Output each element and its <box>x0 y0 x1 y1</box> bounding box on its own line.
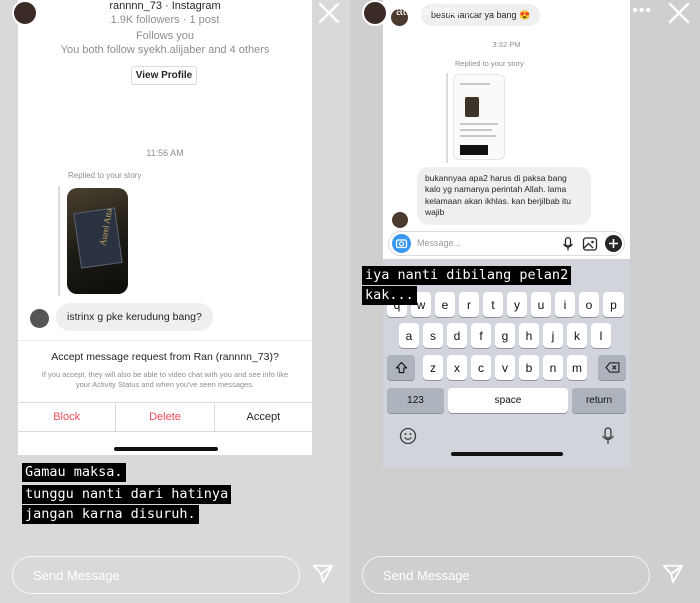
replied-to-story-label: Replied to your story <box>68 171 142 180</box>
key-j[interactable]: j <box>543 323 563 348</box>
profile-follows-you: Follows you <box>135 30 195 42</box>
space-key[interactable]: space <box>448 388 568 413</box>
accept-button[interactable]: Accept <box>215 403 312 431</box>
sender-avatar <box>392 212 408 228</box>
key-u[interactable]: u <box>531 292 551 317</box>
caption-line-3: jangan karna disuruh. <box>22 505 199 524</box>
key-s[interactable]: s <box>423 323 443 348</box>
request-actions: Block Delete Accept <box>18 402 312 432</box>
reply-indicator-bar <box>58 186 60 296</box>
backspace-key[interactable] <box>598 355 626 380</box>
plus-icon[interactable] <box>605 235 622 252</box>
left-dm-screenshot: rannnn_73 · Instagram 1.9K followers · 1… <box>18 0 312 455</box>
caption-line-2: kak... <box>362 286 417 305</box>
send-message-placeholder: Send Message <box>33 568 120 583</box>
key-z[interactable]: z <box>423 355 443 380</box>
story-thumbnail[interactable] <box>453 74 505 160</box>
message-request-panel: Accept message request from Ran (rannnn_… <box>18 340 312 455</box>
key-v[interactable]: v <box>495 355 515 380</box>
key-m[interactable]: m <box>567 355 587 380</box>
key-d[interactable]: d <box>447 323 467 348</box>
gallery-icon[interactable] <box>582 236 598 252</box>
request-description: If you accept, they will also be able to… <box>41 370 289 389</box>
key-f[interactable]: f <box>471 323 491 348</box>
key-l[interactable]: l <box>591 323 611 348</box>
replied-to-story-label: Replied to your story <box>455 59 524 68</box>
message-bubble: bukannyaa apa2 harus di paksa bang kalo … <box>417 167 591 225</box>
key-y[interactable]: y <box>507 292 527 317</box>
key-c[interactable]: c <box>471 355 491 380</box>
microphone-icon[interactable] <box>560 236 576 252</box>
send-message-placeholder: Send Message <box>383 568 470 583</box>
home-indicator <box>114 447 218 451</box>
shift-key[interactable] <box>387 355 415 380</box>
key-p[interactable]: p <box>603 292 624 317</box>
key-o[interactable]: o <box>579 292 599 317</box>
key-g[interactable]: g <box>495 323 515 348</box>
caption-line-1: iya nanti dibilang pelan2 <box>362 266 572 285</box>
send-message-input[interactable]: Send Message <box>12 556 300 594</box>
request-title: Accept message request from Ran (rannnn_… <box>51 351 279 363</box>
story-username[interactable]: attahalilintar 5h <box>396 4 478 18</box>
key-r[interactable]: r <box>459 292 479 317</box>
key-x[interactable]: x <box>447 355 467 380</box>
story-thumbnail[interactable]: Aurel Atta <box>67 188 128 294</box>
reply-indicator-bar <box>446 73 448 163</box>
shift-icon <box>395 361 407 374</box>
story-avatar[interactable] <box>362 0 388 26</box>
more-dots-icon[interactable]: ••• <box>632 2 652 20</box>
story-header: attahalilintar ••• <box>0 0 350 30</box>
dictation-mic-icon[interactable] <box>601 427 615 445</box>
view-profile-button[interactable]: View Profile <box>131 66 197 85</box>
right-story-panel: besok lancar ya bang 😍 3:32 PM Replied t… <box>350 0 700 603</box>
key-b[interactable]: b <box>519 355 539 380</box>
thumbnail-caption <box>460 145 488 155</box>
on-screen-keyboard: q w e r t y u i o p a s d f g h j k l <box>383 259 630 468</box>
home-indicator <box>451 452 563 456</box>
message-timestamp: 3:32 PM <box>492 40 521 49</box>
left-story-panel: rannnn_73 · Instagram 1.9K followers · 1… <box>0 0 350 603</box>
thumbnail-image <box>465 97 479 117</box>
close-icon[interactable] <box>666 0 692 26</box>
message-composer[interactable]: Message... <box>388 231 625 256</box>
block-button[interactable]: Block <box>18 403 117 431</box>
thumbnail-line <box>460 83 490 85</box>
delete-button[interactable]: Delete <box>116 403 215 431</box>
key-h[interactable]: h <box>519 323 539 348</box>
key-i[interactable]: i <box>555 292 575 317</box>
story-avatar[interactable] <box>12 0 38 26</box>
paper-plane-icon[interactable] <box>662 563 684 585</box>
profile-mutual-follows: You both follow syekh.alijaber and 4 oth… <box>60 44 270 56</box>
close-icon[interactable] <box>316 0 342 26</box>
story-comparison: rannnn_73 · Instagram 1.9K followers · 1… <box>0 0 700 603</box>
return-key[interactable]: return <box>572 388 626 413</box>
right-dm-screenshot: besok lancar ya bang 😍 3:32 PM Replied t… <box>383 0 630 468</box>
caption-line-1: Gamau maksa. <box>22 463 126 482</box>
key-a[interactable]: a <box>399 323 419 348</box>
backspace-icon <box>605 362 619 373</box>
thumbnail-line <box>460 129 492 131</box>
story-time-ago: 5h <box>464 4 479 18</box>
key-t[interactable]: t <box>483 292 503 317</box>
key-e[interactable]: e <box>435 292 455 317</box>
emoji-icon[interactable] <box>399 427 417 445</box>
key-n[interactable]: n <box>543 355 563 380</box>
message-timestamp: 11:56 AM <box>146 148 184 158</box>
sender-avatar <box>30 309 49 328</box>
numbers-key[interactable]: 123 <box>387 388 444 413</box>
camera-icon[interactable] <box>392 234 411 253</box>
send-message-input[interactable]: Send Message <box>362 556 650 594</box>
story-username-text: attahalilintar <box>396 4 461 18</box>
message-bubble: istrinx g pke kerudung bang? <box>56 303 213 331</box>
more-dots-icon[interactable]: ••• <box>282 2 302 20</box>
thumbnail-line <box>460 135 496 137</box>
composer-placeholder: Message... <box>417 238 462 248</box>
key-k[interactable]: k <box>567 323 587 348</box>
thumbnail-line <box>460 123 498 125</box>
paper-plane-icon[interactable] <box>312 563 334 585</box>
story-username[interactable]: attahalilintar <box>46 4 111 18</box>
caption-line-2: tunggu nanti dari hatinya <box>22 485 232 504</box>
story-header: attahalilintar 5h ••• <box>350 0 700 30</box>
